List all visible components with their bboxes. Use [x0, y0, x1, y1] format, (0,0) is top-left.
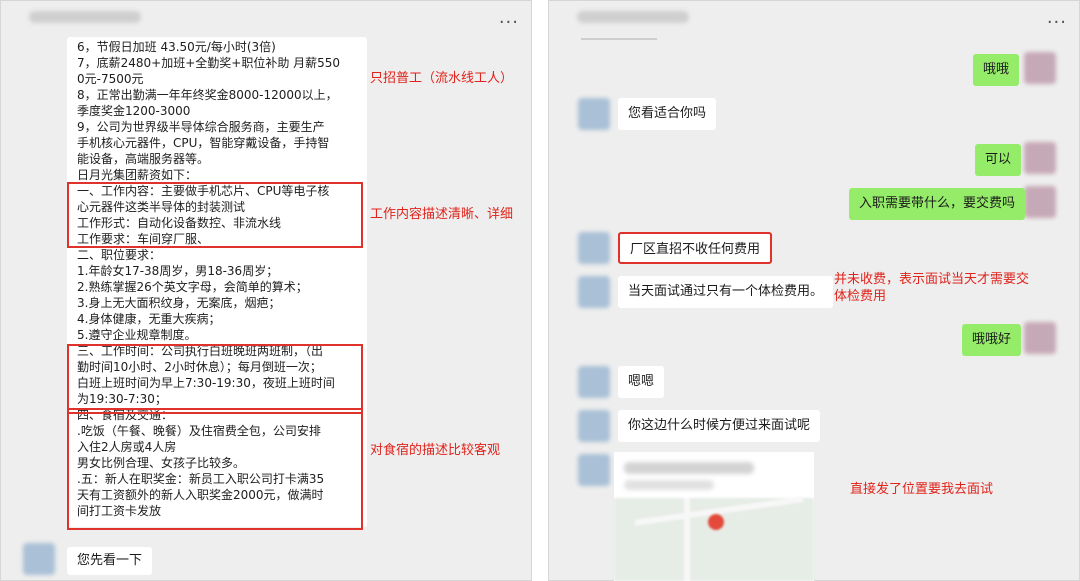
location-address-blurred [624, 480, 714, 490]
avatar-self[interactable] [1024, 322, 1056, 354]
avatar-self[interactable] [1024, 186, 1056, 218]
location-title-blurred [624, 462, 754, 474]
more-options-icon[interactable]: ... [499, 7, 519, 28]
avatar[interactable] [578, 98, 610, 130]
job-line: 二、职位要求： [77, 248, 162, 262]
chat-title-blurred [29, 11, 141, 23]
highlight-box-food-housing [67, 408, 363, 530]
message-bubble-self: 哦哦 [973, 54, 1020, 86]
more-options-icon[interactable]: ... [1047, 7, 1067, 28]
job-line: 8，正常出勤满一年年终奖金8000-12000以上， [77, 88, 338, 102]
avatar[interactable] [578, 232, 610, 264]
message-bubble: 你这边什么时候方便过来面试呢 [618, 410, 821, 442]
avatar[interactable] [578, 454, 610, 486]
job-line: 9，公司为世界级半导体综合服务商，主要生产 [77, 120, 325, 134]
highlight-box-work-hours [67, 344, 363, 414]
header-underline [581, 38, 657, 40]
annotation-no-fee-line1: 并未收费，表示面试当天才需要交 [834, 272, 1030, 287]
job-line: 4.身体健康，无重大疾病； [77, 312, 221, 326]
job-line: 日月光集团薪资如下： [77, 168, 198, 182]
message-bubble-self: 入职需要带什么，要交费吗 [849, 188, 1026, 220]
chat-title-blurred [577, 11, 689, 23]
map-pin-icon [708, 514, 724, 530]
message-bubble: 您看适合你吗 [618, 98, 717, 130]
message-bubble: 嗯嗯 [618, 366, 665, 398]
job-line: 3.身上无大面积纹身，无案底，烟疤； [77, 296, 281, 310]
chat-header: ... [549, 1, 1079, 40]
map-preview [614, 496, 814, 581]
job-line: 5.遵守企业规章制度。 [77, 328, 197, 342]
map-road [684, 498, 690, 581]
message-bubble-self: 可以 [975, 144, 1022, 176]
message-bubble: 您先看一下 [67, 547, 153, 575]
avatar-self[interactable] [1024, 142, 1056, 174]
avatar[interactable] [578, 366, 610, 398]
highlight-box-work-content [67, 182, 363, 248]
message-bubble-self: 哦哦好 [962, 324, 1022, 356]
job-line: 2.熟练掌握26个英文字母，会简单的算术； [77, 280, 308, 294]
annotation-workers-only: 只招普工（流水线工人） [370, 71, 514, 86]
job-line: 0元-7500元 [77, 72, 144, 86]
avatar[interactable] [578, 276, 610, 308]
job-line: 6，节假日加班 43.50元/每小时(3倍) [77, 40, 276, 54]
job-line: 手机核心元器件，CPU，智能穿戴设备，手持智 [77, 136, 330, 150]
job-line: 能设备，高端服务器等。 [77, 152, 210, 166]
job-line: 1.年龄女17-38周岁，男18-36周岁； [77, 264, 279, 278]
annotation-location: 直接发了位置要我去面试 [850, 482, 994, 497]
chat-header: ... [1, 1, 531, 37]
job-line: 季度奖金1200-3000 [77, 104, 191, 118]
avatar-self[interactable] [1024, 52, 1056, 84]
location-card[interactable] [614, 452, 814, 581]
annotation-food-housing: 对食宿的描述比较客观 [370, 443, 501, 458]
annotation-no-fee-line2: 体检费用 [834, 289, 887, 304]
annotation-content-detail: 工作内容描述清晰、详细 [370, 207, 514, 222]
left-chat-panel: ... 6，节假日加班 43.50元/每小时(3倍) 7，底薪2480+加班+全… [0, 0, 532, 581]
job-line: 7，底薪2480+加班+全勤奖+职位补助 月薪550 [77, 56, 341, 70]
message-bubble-highlighted: 厂区直招不收任何费用 [618, 232, 773, 264]
avatar[interactable] [23, 543, 55, 575]
avatar[interactable] [578, 410, 610, 442]
message-bubble: 当天面试通过只有一个体检费用。 [618, 276, 834, 308]
